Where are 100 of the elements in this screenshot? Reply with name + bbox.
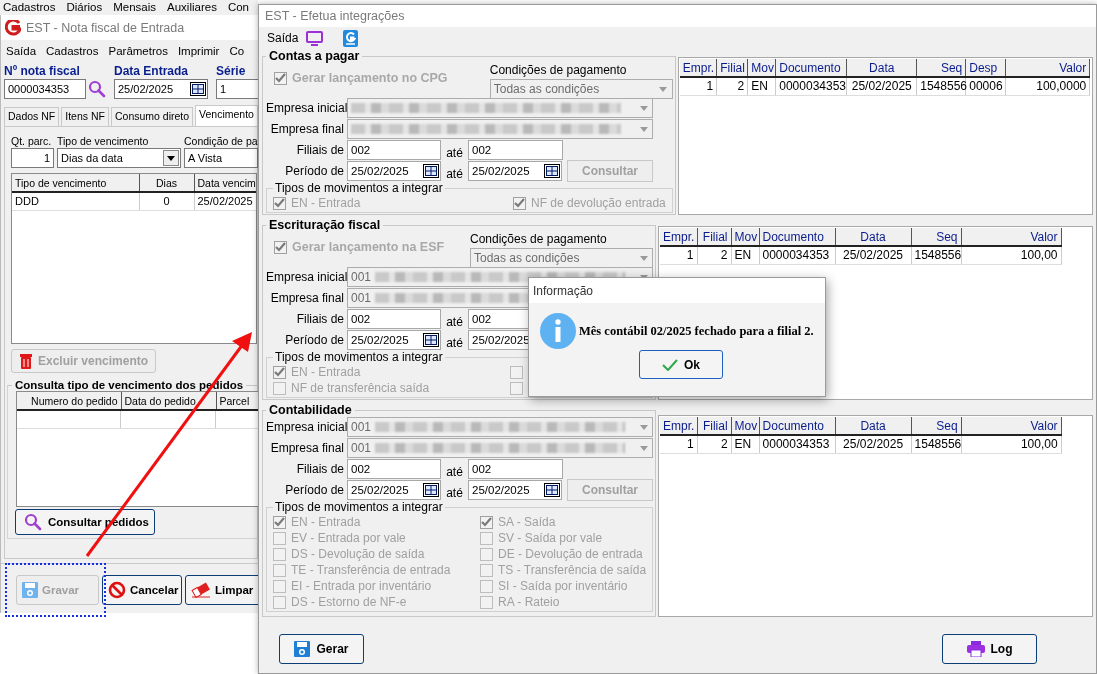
column-header[interactable]: Documento — [775, 59, 847, 77]
column-header[interactable]: Empr. — [679, 59, 717, 77]
column-header[interactable]: Dias — [139, 174, 194, 192]
column-header[interactable]: Seq — [916, 59, 966, 77]
column-header[interactable]: Mov — [731, 417, 760, 435]
calendar-icon[interactable] — [544, 164, 560, 178]
dropdown[interactable] — [347, 98, 653, 118]
date-field[interactable]: 25/02/2025 — [468, 480, 562, 500]
menu-item[interactable]: Saída — [6, 45, 37, 62]
menu-item[interactable]: Auxiliares — [167, 0, 217, 15]
checkbox[interactable] — [513, 196, 526, 210]
dropdown[interactable]: Todas as condições — [489, 79, 673, 99]
column-header[interactable]: Filial — [697, 417, 732, 435]
checkbox[interactable] — [273, 595, 286, 609]
date-field[interactable]: 25/02/2025 — [468, 161, 562, 181]
checkbox[interactable] — [273, 547, 286, 561]
text-field[interactable]: 1 — [216, 79, 258, 99]
checkbox[interactable] — [273, 531, 286, 545]
caret-icon[interactable] — [163, 150, 179, 166]
checkbox[interactable] — [273, 365, 286, 379]
menu-item[interactable]: Saída — [267, 31, 299, 45]
checkbox[interactable] — [510, 365, 523, 379]
column-header[interactable]: Valor — [1005, 59, 1090, 77]
column-header[interactable]: Documento — [759, 417, 836, 435]
checkbox[interactable] — [480, 547, 493, 561]
tab[interactable]: Itens NF — [61, 107, 109, 126]
date-field[interactable]: 25/02/2025 — [347, 161, 441, 181]
clear-button[interactable]: Limpar — [185, 575, 258, 605]
column-header[interactable]: Valor — [961, 417, 1062, 435]
column-header[interactable]: Seq — [911, 417, 962, 435]
calendar-icon[interactable] — [423, 333, 439, 347]
column-header[interactable]: Data — [835, 228, 911, 246]
ok-button[interactable]: Ok — [639, 350, 723, 379]
cancel-button[interactable]: Cancelar — [102, 575, 182, 605]
search-icon[interactable] — [88, 80, 106, 98]
logo-icon[interactable] — [343, 29, 359, 47]
text-field[interactable]: 002 — [347, 140, 441, 160]
tab[interactable]: Vencimento — [195, 105, 258, 126]
menu-item[interactable]: Imprimir — [177, 45, 220, 62]
generate-button[interactable]: Gerar — [279, 634, 364, 664]
checkbox[interactable] — [480, 579, 493, 593]
calendar-icon[interactable] — [190, 82, 206, 96]
menu-item[interactable]: Cadastros — [3, 0, 56, 15]
tab[interactable]: Dados NF — [4, 107, 60, 126]
column-header[interactable]: Parcel — [216, 392, 258, 410]
menu-item[interactable]: Mensais — [113, 0, 157, 15]
monitor-icon[interactable] — [306, 30, 324, 46]
text-field[interactable]: 002 — [347, 459, 441, 479]
checkbox[interactable] — [273, 381, 286, 395]
column-header[interactable]: Numero do pedido — [17, 392, 121, 410]
calendar-icon[interactable] — [423, 483, 439, 497]
text-field[interactable]: A Vista — [184, 148, 258, 168]
checkbox[interactable] — [510, 381, 523, 395]
text-field[interactable]: 002 — [347, 309, 441, 329]
dropdown[interactable] — [347, 119, 653, 139]
calendar-icon[interactable] — [423, 164, 439, 178]
column-header[interactable]: Mov — [731, 228, 759, 246]
checkbox[interactable] — [273, 196, 286, 210]
column-header[interactable]: Filial — [716, 59, 748, 77]
checkbox[interactable] — [480, 563, 493, 577]
checkbox[interactable] — [274, 240, 287, 254]
column-header[interactable]: Data vencim — [194, 174, 256, 192]
menu-item[interactable]: Cadastros — [46, 45, 99, 62]
menu-item[interactable]: Con — [227, 0, 249, 15]
dropdown[interactable]: Dias da data — [57, 148, 181, 168]
checkbox[interactable] — [273, 563, 286, 577]
column-header[interactable]: Empr. — [660, 228, 697, 246]
checkbox[interactable] — [480, 595, 493, 609]
menu-item[interactable]: Co — [229, 45, 245, 62]
tab[interactable]: Consumo direto — [110, 107, 194, 126]
checkbox[interactable] — [273, 515, 286, 529]
menu-item[interactable]: Parâmetros — [108, 45, 168, 62]
column-header[interactable]: Desp — [965, 59, 1006, 77]
column-header[interactable]: Data do pedido — [121, 392, 216, 410]
text-field[interactable]: 0000034353 — [4, 79, 86, 99]
date-field[interactable]: 25/02/2025 — [347, 330, 441, 350]
column-header[interactable]: Empr. — [660, 417, 698, 435]
dropdown[interactable]: Todas as condições — [470, 248, 653, 268]
text-field[interactable]: 002 — [468, 140, 563, 160]
column-header[interactable]: Filial — [697, 228, 731, 246]
checkbox[interactable] — [273, 579, 286, 593]
column-header[interactable]: Mov — [747, 59, 776, 77]
column-header[interactable]: Seq — [911, 228, 961, 246]
date-field[interactable]: 25/02/2025 — [114, 79, 208, 99]
number-field[interactable]: 1 — [11, 148, 54, 168]
column-header[interactable]: Valor — [961, 228, 1061, 246]
menu-item[interactable]: Diários — [66, 0, 103, 15]
column-header[interactable]: Tipo de vencimento — [12, 174, 139, 192]
dropdown[interactable]: 001 — [347, 417, 653, 437]
checkbox[interactable] — [480, 531, 493, 545]
dropdown[interactable]: 001 — [347, 438, 653, 458]
text-field[interactable]: 002 — [468, 459, 563, 479]
column-header[interactable]: Data — [846, 59, 917, 77]
checkbox[interactable] — [480, 515, 493, 529]
calendar-icon[interactable] — [544, 483, 560, 497]
date-field[interactable]: 25/02/2025 — [347, 480, 441, 500]
column-header[interactable]: Data — [835, 417, 912, 435]
checkbox[interactable] — [274, 71, 287, 85]
log-button[interactable]: Log — [942, 634, 1037, 664]
column-header[interactable]: Documento — [759, 228, 835, 246]
